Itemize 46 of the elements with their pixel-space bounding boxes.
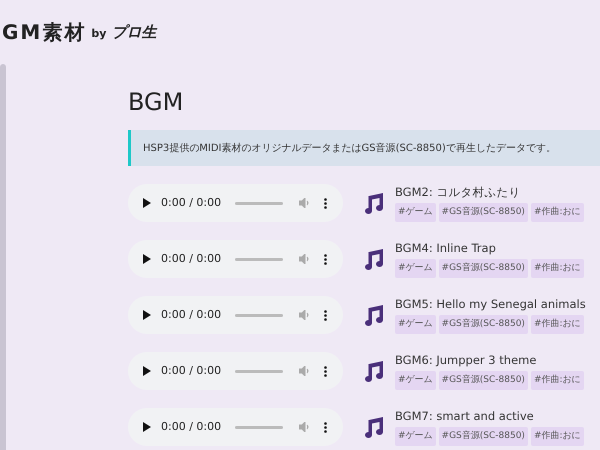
time-display: 0:00 / 0:00 xyxy=(161,250,222,267)
tag-chip[interactable]: #作曲:おに xyxy=(530,427,584,446)
time-display: 0:00 / 0:00 xyxy=(161,306,222,323)
tag-chip[interactable]: #ゲーム xyxy=(395,259,436,278)
track-title: BGM4: Inline Trap xyxy=(395,240,497,256)
play-icon[interactable] xyxy=(143,254,151,264)
volume-icon[interactable] xyxy=(299,198,310,208)
tag-chip[interactable]: #ゲーム xyxy=(395,371,436,390)
tag-chip[interactable]: #ゲーム xyxy=(395,203,436,222)
tag-chip[interactable]: #GS音源(SC-8850) xyxy=(438,427,528,446)
play-icon[interactable] xyxy=(143,366,151,376)
play-icon[interactable] xyxy=(143,310,151,320)
tag-chip[interactable]: #作曲:おに xyxy=(530,203,584,222)
logo-title[interactable]: GM素材 xyxy=(2,17,86,47)
volume-icon[interactable] xyxy=(299,366,310,376)
volume-icon[interactable] xyxy=(299,254,310,264)
tag-chip[interactable]: #GS音源(SC-8850) xyxy=(438,315,528,334)
notice-banner: HSP3提供のMIDI素材のオリジナルデータまたはGS音源(SC-8850)で再生したデータです。 xyxy=(128,130,600,166)
track-title: BGM6: Jumpper 3 theme xyxy=(395,352,538,368)
time-display: 0:00 / 0:00 xyxy=(161,362,222,379)
tag-chip[interactable]: #作曲:おに xyxy=(530,259,584,278)
tag-chip[interactable]: #作曲:おに xyxy=(530,315,584,334)
tag-chip[interactable]: #作曲:おに xyxy=(530,371,584,390)
time-display: 0:00 / 0:00 xyxy=(161,418,222,435)
tag-chip[interactable]: #GS音源(SC-8850) xyxy=(438,203,528,222)
time-display: 0:00 / 0:00 xyxy=(161,194,222,211)
more-icon[interactable] xyxy=(324,422,328,432)
page-heading: BGM xyxy=(128,87,184,118)
play-icon[interactable] xyxy=(143,422,151,432)
tag-chip[interactable]: #GS音源(SC-8850) xyxy=(438,259,528,278)
more-icon[interactable] xyxy=(324,254,328,264)
more-icon[interactable] xyxy=(324,310,328,320)
tag-chip[interactable]: #ゲーム xyxy=(395,427,436,446)
more-icon[interactable] xyxy=(324,198,328,208)
track-title: BGM5: Hello my Senegal animals xyxy=(395,296,586,312)
logo-by: by xyxy=(91,26,106,42)
sidebar-scrollbar[interactable] xyxy=(0,64,6,450)
volume-icon[interactable] xyxy=(299,310,310,320)
tag-chip[interactable]: #ゲーム xyxy=(395,315,436,334)
more-icon[interactable] xyxy=(324,366,328,376)
play-icon[interactable] xyxy=(143,198,151,208)
track-title: BGM7: smart and active xyxy=(395,408,535,424)
tag-chip[interactable]: #GS音源(SC-8850) xyxy=(438,371,528,390)
volume-icon[interactable] xyxy=(299,422,310,432)
logo-brand: プロ生 xyxy=(111,22,156,43)
track-title: BGM2: コルタ村ふたり xyxy=(395,184,522,200)
